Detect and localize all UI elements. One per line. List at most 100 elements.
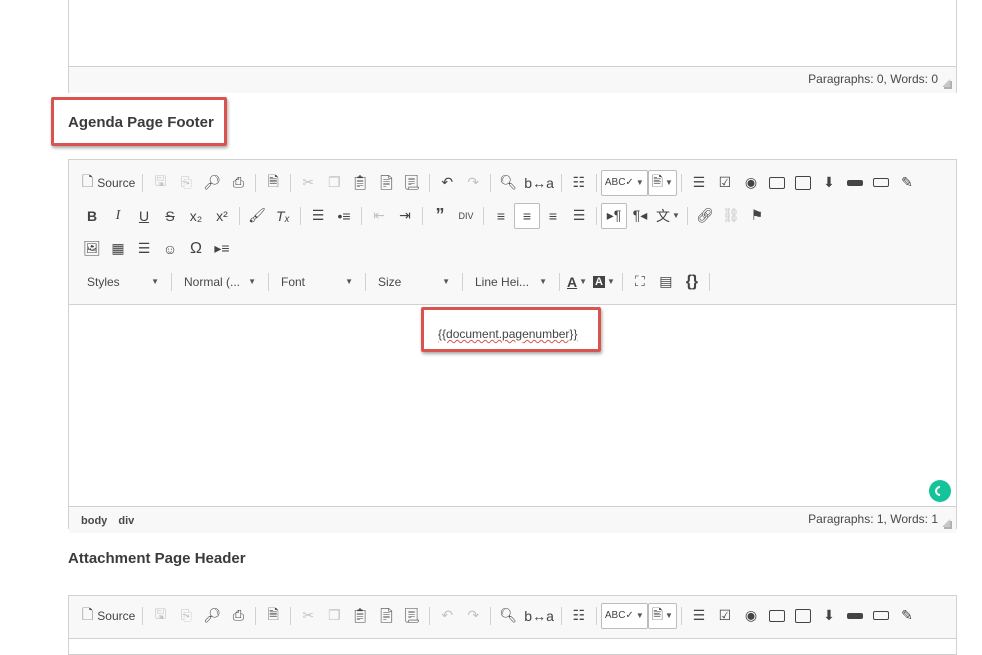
previous-editor-content[interactable] [69,0,956,66]
copy-icon[interactable]: ❐ [321,170,347,196]
styles-dropdown[interactable]: Styles ▼ [79,269,167,295]
undo-icon[interactable]: ↶ [434,170,460,196]
scayt-dropdown[interactable]: 🖹 ▼ [647,169,677,196]
select-field-icon[interactable]: ⬇︎ [816,603,842,629]
form-icon[interactable]: ☰ [686,603,712,629]
link-icon[interactable]: 🔗︎ [692,203,718,229]
replace-icon[interactable]: b↔a [521,170,557,196]
spellcheck-dropdown[interactable]: ABC✓ ▼ [600,169,648,196]
path-body[interactable]: body [81,515,107,527]
bold-icon[interactable]: B [79,203,105,229]
bulleted-list-icon[interactable]: •≡ [331,203,357,229]
text-direction-rtl-icon[interactable]: ¶◂ [627,203,653,229]
replace-icon[interactable]: b↔a [521,603,557,629]
redo-icon[interactable]: ↷ [460,170,486,196]
cut-icon[interactable]: ✂ [295,603,321,629]
align-left-icon[interactable]: ≡ [488,203,514,229]
paste-word-icon[interactable]: 📃︎ [399,603,425,629]
underline-icon[interactable]: U [131,203,157,229]
select-field-icon[interactable]: ⬇︎ [816,170,842,196]
show-blocks-icon[interactable]: ▤ [653,269,679,295]
paste-text-icon[interactable]: 📄︎ [373,603,399,629]
textarea-icon[interactable] [790,170,816,196]
paste-icon[interactable]: 📋︎ [347,170,373,196]
numbered-list-icon[interactable]: ☰ [305,203,331,229]
image-button-icon[interactable] [868,603,894,629]
new-page-icon[interactable]: ⎘ [173,603,199,629]
textfield-icon[interactable] [764,603,790,629]
unlink-icon[interactable]: ⛓︎ [718,203,744,229]
textarea-icon[interactable] [790,603,816,629]
paste-word-icon[interactable]: 📃︎ [399,170,425,196]
source-button[interactable]: 🗋 Source [79,603,138,629]
find-icon[interactable]: 🔍︎ [495,603,521,629]
justify-icon[interactable]: ☰ [566,203,592,229]
resize-handle[interactable] [942,519,952,529]
select-all-icon[interactable]: ☷ [566,603,592,629]
superscript-icon[interactable]: x² [209,203,235,229]
undo-icon[interactable]: ↶ [434,603,460,629]
paste-text-icon[interactable]: 📄︎ [373,170,399,196]
special-char-icon[interactable]: Ω [183,236,209,262]
radio-icon[interactable]: ◉ [738,170,764,196]
grammarly-icon[interactable] [929,480,951,502]
paste-icon[interactable]: 📋︎ [347,603,373,629]
horizontal-rule-icon[interactable]: ☰ [131,236,157,262]
print-icon[interactable]: ⎙ [225,603,251,629]
maximize-icon[interactable]: ⛶ [627,269,653,295]
preview-icon[interactable]: 🔎︎ [199,170,225,196]
image-icon[interactable]: 🖼︎ [79,236,105,262]
image-button-icon[interactable] [868,170,894,196]
hidden-field-icon[interactable]: ✎ [894,603,920,629]
path-div[interactable]: div [118,515,134,527]
language-dropdown[interactable]: 文 ▼ [653,203,683,229]
source-button[interactable]: 🗋 Source [79,170,138,196]
find-icon[interactable]: 🔍︎ [495,170,521,196]
page-break-icon[interactable]: ▸≡ [209,236,235,262]
templates-icon[interactable]: 🗎 [260,170,286,196]
indent-icon[interactable]: ⇥ [392,203,418,229]
text-color-dropdown[interactable]: A ▼ [564,269,590,295]
format-dropdown[interactable]: Normal (... ▼ [176,269,264,295]
spellcheck-dropdown[interactable]: ABC✓ ▼ [600,602,648,629]
copy-icon[interactable]: ❐ [321,603,347,629]
font-dropdown[interactable]: Font ▼ [273,269,361,295]
align-center-icon[interactable]: ≡ [514,202,540,229]
textfield-icon[interactable] [764,170,790,196]
table-icon[interactable]: ▦ [105,236,131,262]
bg-color-dropdown[interactable]: A ▼ [590,269,618,295]
select-all-icon[interactable]: ☷ [566,170,592,196]
save-icon[interactable]: 🖫 [147,603,173,629]
print-icon[interactable]: ⎙ [225,170,251,196]
checkbox-icon[interactable]: ☑ [712,170,738,196]
subscript-icon[interactable]: x₂ [183,203,209,229]
radio-icon[interactable]: ◉ [738,603,764,629]
outdent-icon[interactable]: ⇤ [366,203,392,229]
button-field-icon[interactable] [842,170,868,196]
anchor-flag-icon[interactable]: ⚑ [744,203,770,229]
text-direction-ltr-icon[interactable]: ▸¶ [601,202,627,229]
align-right-icon[interactable]: ≡ [540,203,566,229]
form-icon[interactable]: ☰ [686,170,712,196]
hidden-field-icon[interactable]: ✎ [894,170,920,196]
redo-icon[interactable]: ↷ [460,603,486,629]
templates-icon[interactable]: 🗎 [260,603,286,629]
strikethrough-icon[interactable]: S [157,203,183,229]
create-div-icon[interactable]: DIV [453,203,479,229]
save-icon[interactable]: 🖫 [147,170,173,196]
cut-icon[interactable]: ✂ [295,170,321,196]
copy-format-icon[interactable]: 🖌︎ [244,203,270,229]
new-page-icon[interactable]: ⎘ [173,170,199,196]
blockquote-icon[interactable]: ” [427,203,453,229]
button-field-icon[interactable] [842,603,868,629]
checkbox-icon[interactable]: ☑ [712,603,738,629]
italic-icon[interactable]: I [105,203,131,229]
line-height-dropdown[interactable]: Line Hei... ▼ [467,269,555,295]
scayt-dropdown[interactable]: 🖹 ▼ [647,602,677,629]
size-dropdown[interactable]: Size ▼ [370,269,458,295]
smiley-icon[interactable]: ☺ [157,236,183,262]
code-braces-icon[interactable]: {} [679,269,705,295]
remove-format-icon[interactable]: Tₓ [270,203,296,229]
resize-handle[interactable] [942,79,952,89]
preview-icon[interactable]: 🔎︎ [199,603,225,629]
